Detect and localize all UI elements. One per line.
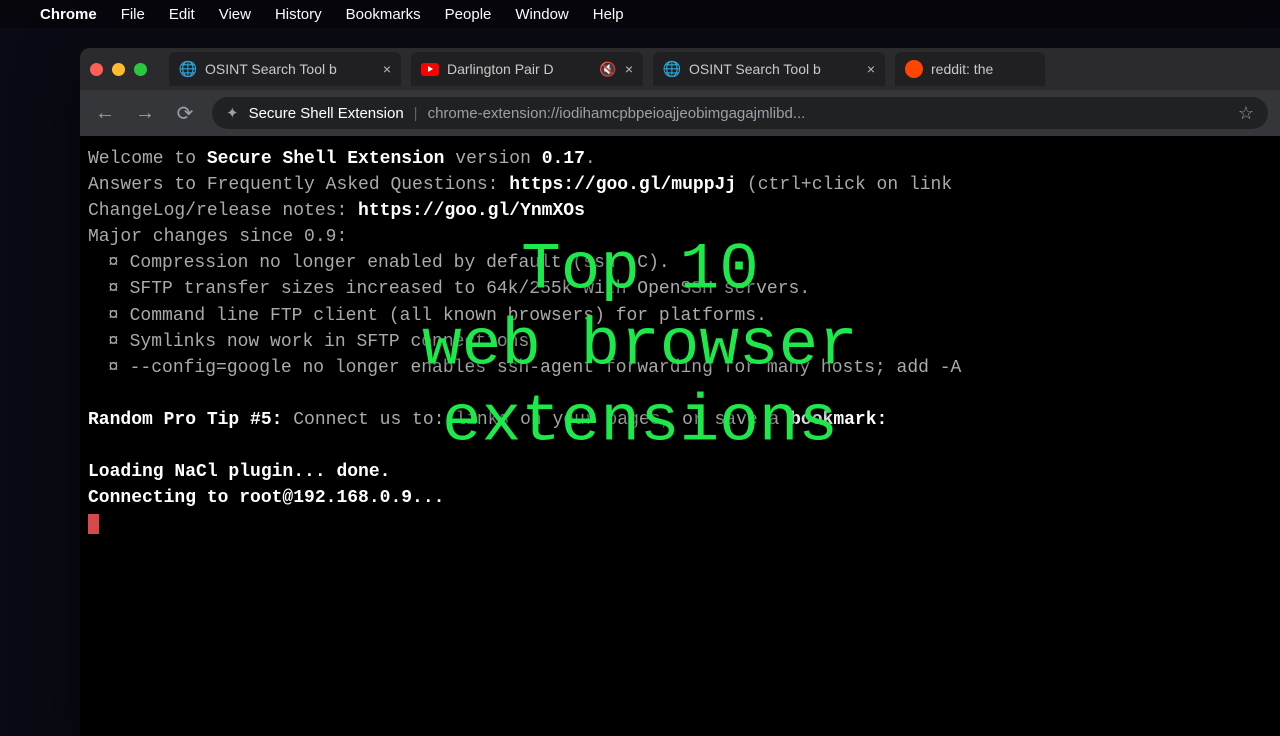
menu-window[interactable]: Window bbox=[515, 6, 568, 23]
terminal-line: ChangeLog/release notes: https://goo.gl/… bbox=[88, 198, 1272, 224]
terminal-bullet: ¤ Command line FTP client (all known bro… bbox=[108, 303, 1272, 329]
back-button[interactable]: ← bbox=[92, 102, 118, 125]
mute-icon[interactable]: 🔇 bbox=[599, 61, 616, 78]
terminal-line: Welcome to Secure Shell Extension versio… bbox=[88, 146, 1272, 172]
cursor-icon bbox=[88, 514, 99, 534]
divider: | bbox=[414, 105, 418, 122]
terminal-line: Major changes since 0.9: bbox=[88, 224, 1272, 250]
tab-strip: 🌐 OSINT Search Tool b × Darlington Pair … bbox=[80, 48, 1280, 90]
tab-title: OSINT Search Tool b bbox=[689, 61, 859, 77]
terminal-bullet: ¤ Compression no longer enabled by defau… bbox=[108, 250, 1272, 276]
menu-edit[interactable]: Edit bbox=[169, 6, 195, 23]
toolbar: ← → ⟳ ✦ Secure Shell Extension | chrome-… bbox=[80, 90, 1280, 136]
terminal-empty bbox=[88, 433, 1272, 459]
terminal-content[interactable]: Welcome to Secure Shell Extension versio… bbox=[80, 136, 1280, 736]
menu-bookmarks[interactable]: Bookmarks bbox=[346, 6, 421, 23]
close-tab-icon[interactable]: × bbox=[625, 61, 633, 77]
menu-help[interactable]: Help bbox=[593, 6, 624, 23]
tab-title: Darlington Pair D bbox=[447, 61, 591, 77]
window-controls bbox=[90, 63, 147, 76]
url-text: chrome-extension://iodihamcpbpeioajjeobi… bbox=[428, 105, 1228, 122]
menu-view[interactable]: View bbox=[219, 6, 251, 23]
reload-button[interactable]: ⟳ bbox=[172, 101, 198, 126]
terminal-line: Connecting to root@192.168.0.9... bbox=[88, 485, 1272, 511]
terminal-bullet: ¤ Symlinks now work in SFTP connections. bbox=[108, 329, 1272, 355]
menu-people[interactable]: People bbox=[445, 6, 492, 23]
maximize-window-button[interactable] bbox=[134, 63, 147, 76]
app-menu[interactable]: Chrome bbox=[40, 6, 97, 23]
menu-file[interactable]: File bbox=[121, 6, 145, 23]
close-window-button[interactable] bbox=[90, 63, 103, 76]
tab-title: reddit: the bbox=[931, 61, 1035, 77]
forward-button[interactable]: → bbox=[132, 102, 158, 125]
bookmark-star-icon[interactable]: ☆ bbox=[1238, 103, 1254, 124]
terminal-empty bbox=[88, 381, 1272, 407]
close-tab-icon[interactable]: × bbox=[383, 61, 391, 77]
minimize-window-button[interactable] bbox=[112, 63, 125, 76]
globe-icon: 🌐 bbox=[663, 60, 681, 78]
tab-osint-1[interactable]: 🌐 OSINT Search Tool b × bbox=[169, 52, 401, 86]
youtube-icon bbox=[421, 60, 439, 78]
macos-menubar: Chrome File Edit View History Bookmarks … bbox=[0, 0, 1280, 28]
extension-puzzle-icon: ✦ bbox=[226, 104, 239, 122]
tab-youtube[interactable]: Darlington Pair D 🔇 × bbox=[411, 52, 643, 86]
tab-osint-2[interactable]: 🌐 OSINT Search Tool b × bbox=[653, 52, 885, 86]
terminal-line: Loading NaCl plugin... done. bbox=[88, 459, 1272, 485]
chrome-window: 🌐 OSINT Search Tool b × Darlington Pair … bbox=[80, 48, 1280, 736]
tab-reddit[interactable]: reddit: the bbox=[895, 52, 1045, 86]
terminal-bullet: ¤ --config=google no longer enables ssh-… bbox=[108, 355, 1272, 381]
menu-history[interactable]: History bbox=[275, 6, 322, 23]
globe-icon: 🌐 bbox=[179, 60, 197, 78]
reddit-icon bbox=[905, 60, 923, 78]
address-bar[interactable]: ✦ Secure Shell Extension | chrome-extens… bbox=[212, 97, 1268, 129]
terminal-cursor-line bbox=[88, 511, 1272, 537]
extension-name-chip: Secure Shell Extension bbox=[249, 105, 404, 122]
close-tab-icon[interactable]: × bbox=[867, 61, 875, 77]
terminal-bullet: ¤ SFTP transfer sizes increased to 64k/2… bbox=[108, 276, 1272, 302]
terminal-line: Random Pro Tip #5: Connect us to: links … bbox=[88, 407, 1272, 433]
terminal-line: Answers to Frequently Asked Questions: h… bbox=[88, 172, 1272, 198]
tab-title: OSINT Search Tool b bbox=[205, 61, 375, 77]
